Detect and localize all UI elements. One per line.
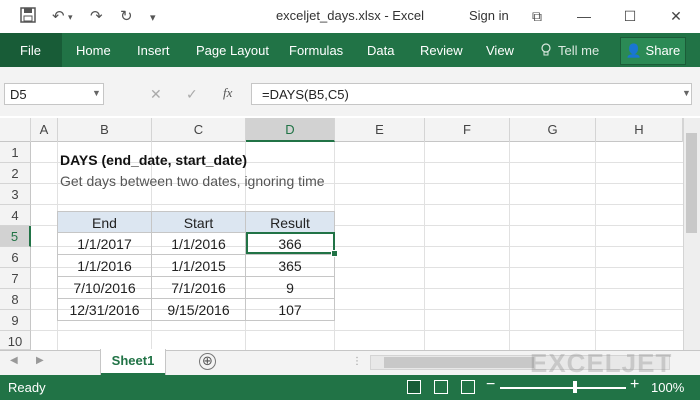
table-cell[interactable]: 1/1/2016 [152,233,246,255]
zoom-out-button[interactable]: − [486,376,495,394]
name-box[interactable]: D5 [4,83,104,105]
column-header-a[interactable]: A [31,118,58,142]
tab-insert[interactable]: Insert [137,43,170,58]
tell-me-box[interactable]: Tell me [558,43,599,58]
table-header-end[interactable]: End [57,211,152,233]
tab-home[interactable]: Home [76,43,111,58]
row-header-8[interactable]: 8 [0,289,31,310]
insert-function-icon[interactable]: fx [223,85,232,101]
normal-view-icon[interactable] [407,380,421,394]
fill-handle[interactable] [331,250,338,257]
tab-view[interactable]: View [486,43,514,58]
table-header-start[interactable]: Start [152,211,246,233]
table-cell[interactable]: 7/1/2016 [152,277,246,299]
gridline [31,204,683,205]
expand-formula-icon[interactable]: ▼ [682,88,691,98]
next-sheet-icon[interactable]: ▶ [36,355,44,366]
share-label: Share [645,43,681,58]
enter-icon[interactable]: ✓ [186,86,198,103]
table-cell[interactable]: 9/15/2016 [152,299,246,321]
row-header-4[interactable]: 4 [0,205,31,226]
column-header-g[interactable]: G [510,118,596,142]
zoom-in-button[interactable]: + [630,376,639,394]
share-icon: 👤 [625,43,642,58]
ribbon-display-icon[interactable]: ⧉ [523,4,551,28]
tab-split-icon[interactable]: ⋮ [352,356,362,367]
add-sheet-icon[interactable]: ⊕ [199,353,216,370]
tab-file-label[interactable]: File [20,43,41,58]
zoom-slider-handle[interactable] [573,381,577,393]
table-cell[interactable]: 365 [246,255,335,277]
table-cell[interactable]: 12/31/2016 [57,299,152,321]
gridline [31,330,683,331]
title-bar: ↶ ▾ ↷ ↻ ▾ exceljet_days.xlsx - Excel Sig… [0,0,700,33]
row-header-10[interactable]: 10 [0,331,31,350]
tab-page-layout[interactable]: Page Layout [196,43,269,58]
lightbulb-icon [540,43,552,60]
column-header-d[interactable]: D [246,118,335,142]
status-text: Ready [8,380,46,395]
share-button[interactable]: 👤 Share [620,37,686,65]
page-layout-view-icon[interactable] [434,380,448,394]
tab-formulas[interactable]: Formulas [289,43,343,58]
select-all-corner[interactable] [0,118,31,142]
row-header-3[interactable]: 3 [0,184,31,205]
minimize-button[interactable]: — [570,4,598,28]
row-header-9[interactable]: 9 [0,310,31,331]
table-cell[interactable]: 107 [246,299,335,321]
close-button[interactable]: ✕ [662,4,690,28]
column-header-f[interactable]: F [425,118,510,142]
column-header-e[interactable]: E [335,118,425,142]
active-cell-border [246,232,335,254]
sheet-heading: DAYS (end_date, start_date) [60,152,247,168]
row-header-6[interactable]: 6 [0,247,31,268]
zoom-slider[interactable] [500,387,626,389]
row-header-1[interactable]: 1 [0,142,31,163]
maximize-button[interactable]: ☐ [616,4,644,28]
table-cell[interactable]: 1/1/2016 [57,255,152,277]
row-header-5[interactable]: 5 [0,226,31,247]
tab-data[interactable]: Data [367,43,394,58]
row-header-2[interactable]: 2 [0,163,31,184]
column-header-c[interactable]: C [152,118,246,142]
horizontal-scroll-thumb[interactable] [384,357,534,368]
sheet-subheading: Get days between two dates, ignoring tim… [60,173,325,189]
vertical-scroll-thumb[interactable] [686,133,697,233]
table-cell[interactable]: 1/1/2015 [152,255,246,277]
tab-review[interactable]: Review [420,43,463,58]
table-cell[interactable]: 1/1/2017 [57,233,152,255]
zoom-level[interactable]: 100% [651,380,684,395]
row-header-7[interactable]: 7 [0,268,31,289]
table-cell[interactable]: 9 [246,277,335,299]
table-cell[interactable]: 7/10/2016 [57,277,152,299]
cancel-icon[interactable]: ✕ [150,86,162,103]
table-header-result[interactable]: Result [246,211,335,233]
sign-in-link[interactable]: Sign in [469,8,509,23]
prev-sheet-icon[interactable]: ◀ [10,355,18,366]
sheet-tab-sheet1[interactable]: Sheet1 [101,349,165,375]
name-box-dropdown-icon[interactable]: ▼ [92,88,101,98]
formula-input[interactable]: =DAYS(B5,C5) [251,83,692,105]
page-break-view-icon[interactable] [461,380,475,394]
column-header-h[interactable]: H [596,118,683,142]
column-header-b[interactable]: B [58,118,152,142]
